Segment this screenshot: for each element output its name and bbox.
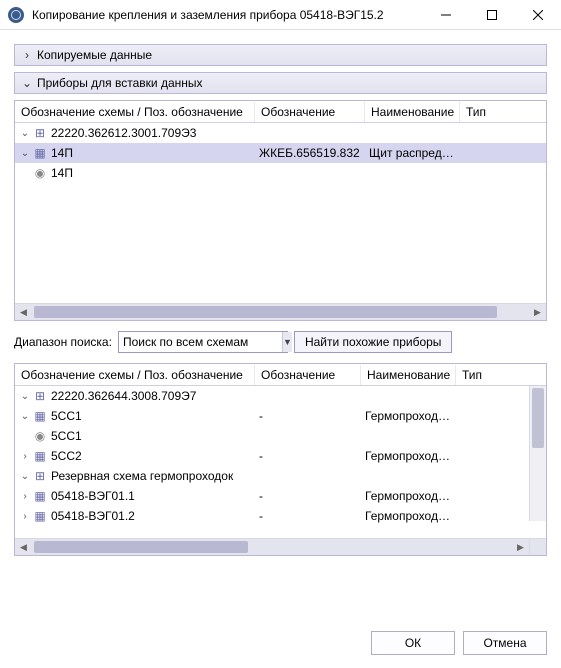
- col-type[interactable]: Тип: [460, 102, 546, 122]
- accordion-label: Копируемые данные: [37, 48, 152, 62]
- tree-row[interactable]: ⌄ ⊞ 22220.362644.3008.709Э7: [15, 386, 546, 406]
- tree-panel-top: Обозначение схемы / Поз. обозначение Обо…: [14, 100, 547, 321]
- node-label: 22220.362644.3008.709Э7: [51, 389, 196, 403]
- expander-icon[interactable]: ⌄: [19, 471, 31, 482]
- schema-icon: ⊞: [33, 126, 47, 140]
- tree-row[interactable]: ⌄ ▦ 5CC1 - Гермопроходк...: [15, 406, 546, 426]
- col-type[interactable]: Тип: [456, 365, 546, 385]
- col-designation[interactable]: Обозначение: [255, 102, 365, 122]
- maximize-button[interactable]: [469, 0, 515, 30]
- expander-icon[interactable]: ›: [19, 511, 31, 522]
- col-schema[interactable]: Обозначение схемы / Поз. обозначение: [15, 102, 255, 122]
- expander-icon[interactable]: ⌄: [19, 411, 31, 422]
- tree-row[interactable]: ⌄ ⊞ 22220.362612.3001.709Э3: [15, 123, 546, 143]
- terminal-icon: ◉: [33, 166, 47, 180]
- find-similar-button[interactable]: Найти похожие приборы: [294, 331, 452, 353]
- cell-designation: -: [255, 449, 361, 463]
- terminal-icon: ◉: [33, 429, 47, 443]
- node-label: 14П: [51, 146, 73, 160]
- cell-designation: ЖКЕБ.656519.832: [255, 146, 365, 160]
- chevron-right-icon: ›: [21, 48, 33, 62]
- expander-icon[interactable]: ⌄: [19, 148, 31, 159]
- schema-icon: ⊞: [33, 389, 47, 403]
- cell-designation: -: [255, 489, 361, 503]
- device-icon: ▦: [33, 489, 47, 503]
- horizontal-scrollbar[interactable]: ◀ ▶: [15, 538, 546, 555]
- scroll-right-icon[interactable]: ▶: [512, 539, 529, 555]
- col-name[interactable]: Наименование: [365, 102, 460, 122]
- cell-name: Щит распреде...: [365, 146, 460, 160]
- expander-icon[interactable]: ›: [19, 491, 31, 502]
- expander-icon[interactable]: ⌄: [19, 128, 31, 139]
- tree-body[interactable]: ⌄ ⊞ 22220.362612.3001.709Э3 ⌄ ▦ 14П ЖКЕБ…: [15, 123, 546, 303]
- tree-header: Обозначение схемы / Поз. обозначение Обо…: [15, 101, 546, 123]
- expander-icon[interactable]: ⌄: [19, 391, 31, 402]
- tree-body[interactable]: ⌄ ⊞ 22220.362644.3008.709Э7 ⌄ ▦ 5CC1 - Г…: [15, 386, 546, 538]
- horizontal-scrollbar[interactable]: ◀ ▶: [15, 303, 546, 320]
- window-title: Копирование крепления и заземления прибо…: [32, 8, 423, 22]
- cell-designation: -: [255, 409, 361, 423]
- node-label: Резервная схема гермопроходок: [51, 469, 233, 483]
- scroll-thumb[interactable]: [34, 541, 248, 553]
- tree-row[interactable]: › ▦ 05418-ВЭГ01.1 - Гермопроходк...: [15, 486, 546, 506]
- search-bar: Диапазон поиска: ▼ Найти похожие приборы: [14, 331, 547, 353]
- accordion-label: Приборы для вставки данных: [37, 76, 203, 90]
- tree-header: Обозначение схемы / Поз. обозначение Обо…: [15, 364, 546, 386]
- device-icon: ▦: [33, 509, 47, 523]
- node-label: 05418-ВЭГ01.2: [51, 509, 135, 523]
- minimize-button[interactable]: [423, 0, 469, 30]
- tree-row[interactable]: › ▦ 05418-ВЭГ01.2 - Гермопроходк...: [15, 506, 546, 526]
- expander-icon[interactable]: ›: [19, 451, 31, 462]
- scroll-thumb[interactable]: [532, 388, 544, 448]
- cell-name: Гермопроходк...: [361, 489, 456, 503]
- accordion-target-devices[interactable]: ⌄ Приборы для вставки данных: [14, 72, 547, 94]
- node-label: 5CC1: [51, 429, 82, 443]
- app-icon: [8, 7, 24, 23]
- tree-row[interactable]: ⌄ ⊞ Резервная схема гермопроходок: [15, 466, 546, 486]
- col-schema[interactable]: Обозначение схемы / Поз. обозначение: [15, 365, 255, 385]
- cell-name: Гермопроходк...: [361, 449, 456, 463]
- search-scope-input[interactable]: [119, 332, 282, 352]
- chevron-down-icon: ⌄: [21, 76, 33, 90]
- dialog-footer: ОК Отмена: [0, 618, 561, 668]
- ok-button[interactable]: ОК: [371, 631, 455, 655]
- tree-row-selected[interactable]: ⌄ ▦ 14П ЖКЕБ.656519.832 Щит распреде...: [15, 143, 546, 163]
- scroll-thumb[interactable]: [34, 306, 497, 318]
- tree-row[interactable]: › ▦ 5CC2 - Гермопроходк...: [15, 446, 546, 466]
- scroll-left-icon[interactable]: ◀: [15, 304, 32, 320]
- tree-panel-bottom: Обозначение схемы / Поз. обозначение Обо…: [14, 363, 547, 556]
- cancel-button[interactable]: Отмена: [463, 631, 547, 655]
- search-scope-combo[interactable]: ▼: [118, 331, 288, 353]
- node-label: 14П: [51, 166, 73, 180]
- cell-designation: -: [255, 509, 361, 523]
- device-icon: ▦: [33, 409, 47, 423]
- tree-row[interactable]: ◉ 14П: [15, 163, 546, 183]
- dropdown-icon[interactable]: ▼: [282, 332, 292, 352]
- scroll-right-icon[interactable]: ▶: [529, 304, 546, 320]
- close-button[interactable]: [515, 0, 561, 30]
- device-icon: ▦: [33, 146, 47, 160]
- device-icon: ▦: [33, 449, 47, 463]
- vertical-scrollbar[interactable]: [529, 386, 546, 521]
- node-label: 05418-ВЭГ01.1: [51, 489, 135, 503]
- accordion-copied-data[interactable]: › Копируемые данные: [14, 44, 547, 66]
- cell-name: Гермопроходк...: [361, 409, 456, 423]
- tree-row[interactable]: ◉ 5CC1: [15, 426, 546, 446]
- col-name[interactable]: Наименование: [361, 365, 456, 385]
- search-label: Диапазон поиска:: [14, 335, 112, 349]
- title-bar: Копирование крепления и заземления прибо…: [0, 0, 561, 30]
- node-label: 22220.362612.3001.709Э3: [51, 126, 196, 140]
- scroll-left-icon[interactable]: ◀: [15, 539, 32, 555]
- schema-icon: ⊞: [33, 469, 47, 483]
- col-designation[interactable]: Обозначение: [255, 365, 361, 385]
- node-label: 5CC1: [51, 409, 82, 423]
- node-label: 5CC2: [51, 449, 82, 463]
- cell-name: Гермопроходк...: [361, 509, 456, 523]
